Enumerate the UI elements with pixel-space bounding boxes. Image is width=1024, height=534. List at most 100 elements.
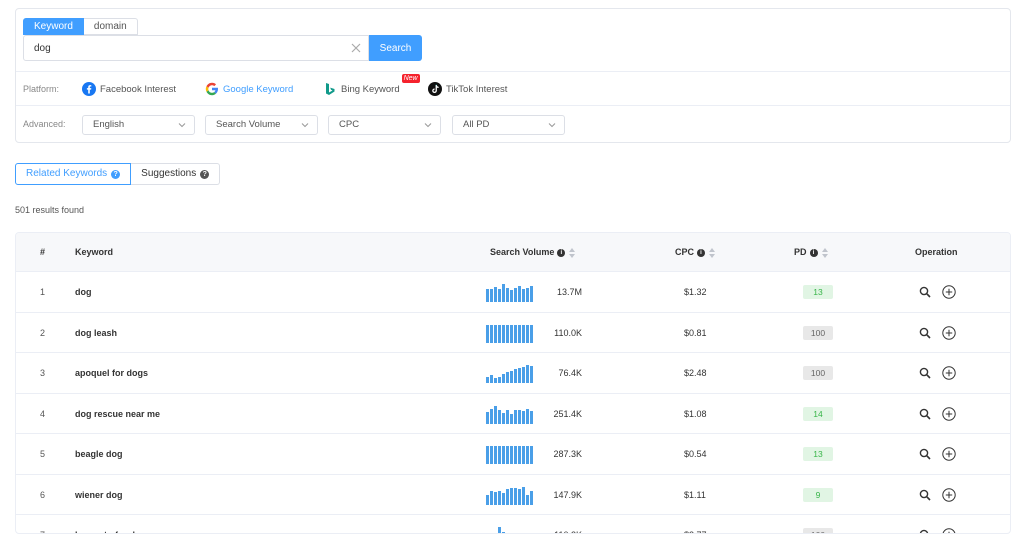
search-icon[interactable]	[919, 529, 931, 534]
cpc-select[interactable]: CPC	[328, 115, 441, 135]
trend-sparkline	[486, 485, 540, 505]
trend-bar	[518, 446, 521, 464]
row-keyword[interactable]: dog rescue near me	[75, 394, 160, 434]
sort-icon[interactable]	[709, 247, 716, 258]
add-circle-icon[interactable]	[942, 447, 956, 461]
chevron-down-icon	[301, 123, 309, 128]
trend-bar	[518, 368, 521, 383]
row-search-volume: 110.0K	[554, 327, 582, 338]
language-select-value: English	[93, 119, 125, 130]
pd-select-value: All PD	[463, 119, 490, 130]
search-icon[interactable]	[919, 327, 931, 339]
header-cpc[interactable]: CPC i	[675, 233, 716, 272]
platform-tiktok[interactable]: TikTok Interest	[428, 80, 507, 98]
language-select[interactable]: English	[82, 115, 195, 135]
header-pd[interactable]: PD i	[794, 233, 828, 272]
row-pd-badge: 13	[803, 447, 833, 461]
trend-bar	[494, 405, 497, 424]
search-icon[interactable]	[919, 408, 931, 420]
row-keyword[interactable]: dog leash	[75, 313, 117, 353]
trend-bar	[498, 490, 501, 505]
add-circle-icon[interactable]	[942, 366, 956, 380]
trend-bar	[486, 324, 489, 343]
search-icon[interactable]	[919, 286, 931, 298]
row-search-volume: 76.4K	[558, 368, 582, 378]
row-keyword[interactable]: apoquel for dogs	[75, 353, 148, 393]
trend-bar	[498, 289, 501, 302]
trend-bar	[514, 288, 517, 302]
trend-sparkline	[486, 363, 540, 383]
tab-suggestions[interactable]: Suggestions ?	[131, 163, 221, 185]
add-circle-icon[interactable]	[942, 285, 956, 299]
new-badge: New	[401, 74, 420, 83]
chevron-down-icon	[548, 123, 556, 128]
trend-bar	[510, 413, 513, 424]
platform-facebook[interactable]: Facebook Interest	[82, 80, 176, 98]
row-search-volume: 251.4K	[553, 408, 582, 419]
search-icon[interactable]	[919, 489, 931, 501]
trend-bar	[506, 446, 509, 464]
row-index: 5	[40, 449, 46, 459]
header-keyword: Keyword	[75, 247, 114, 257]
clear-icon[interactable]	[350, 42, 362, 54]
chevron-down-icon	[424, 123, 432, 128]
trend-sparkline	[486, 323, 540, 343]
row-keyword[interactable]: dog	[75, 272, 92, 312]
tab-keyword[interactable]: Keyword	[23, 18, 84, 35]
row-index: 4	[40, 408, 46, 419]
trend-bar	[486, 446, 489, 464]
search-volume-select[interactable]: Search Volume	[205, 115, 318, 135]
row-search-volume: 147.9K	[553, 489, 582, 500]
add-circle-icon[interactable]	[942, 406, 956, 421]
sort-icon[interactable]	[821, 247, 828, 258]
trend-bar	[518, 409, 521, 424]
tab-domain[interactable]: domain	[83, 18, 138, 35]
header-operation: Operation	[915, 247, 958, 257]
search-icon[interactable]	[919, 448, 931, 460]
trend-bar	[526, 494, 529, 505]
row-index: 1	[40, 287, 46, 297]
trend-bar	[502, 412, 505, 424]
search-button[interactable]: Search	[369, 35, 422, 61]
trend-bar	[526, 446, 529, 464]
search-icon[interactable]	[919, 367, 931, 379]
trend-bar	[494, 324, 497, 343]
add-circle-icon[interactable]	[942, 528, 956, 534]
add-circle-icon[interactable]	[942, 325, 956, 340]
trend-bar	[494, 446, 497, 464]
row-pd-badge: 100	[803, 366, 833, 380]
trend-bar	[522, 289, 525, 302]
pd-select[interactable]: All PD	[452, 115, 565, 135]
tab-related-keywords[interactable]: Related Keywords ?	[15, 163, 132, 185]
trend-sparkline	[486, 404, 540, 424]
divider	[16, 105, 1010, 106]
add-circle-icon[interactable]	[942, 487, 956, 502]
row-keyword[interactable]: beagle dog	[75, 434, 123, 474]
keyword-table: # Keyword Search Volume i CPC i PD i Ope…	[15, 232, 1011, 534]
trend-bar	[514, 324, 517, 343]
row-index: 7	[40, 515, 45, 533]
trend-bar	[502, 324, 505, 343]
trend-bar	[530, 410, 533, 424]
row-index: 2	[40, 327, 46, 338]
info-icon: i	[809, 248, 818, 257]
trend-bar	[498, 527, 501, 533]
trend-bar	[494, 287, 497, 302]
search-box	[23, 35, 369, 61]
search-input[interactable]	[24, 36, 344, 60]
trend-sparkline	[486, 282, 540, 302]
trend-bar	[502, 284, 505, 302]
row-keyword[interactable]: bravecto for dogs	[75, 515, 151, 533]
sort-icon[interactable]	[569, 247, 576, 258]
trend-bar	[498, 377, 501, 383]
row-keyword[interactable]: wiener dog	[75, 475, 123, 515]
trend-sparkline	[486, 444, 540, 464]
row-search-volume: 287.3K	[553, 449, 582, 459]
trend-bar	[530, 490, 533, 505]
trend-bar	[510, 487, 513, 505]
platform-google[interactable]: Google Keyword	[205, 80, 293, 98]
header-search-volume[interactable]: Search Volume i	[490, 233, 576, 272]
trend-bar	[494, 491, 497, 505]
trend-bar	[530, 446, 533, 464]
platform-bing[interactable]: Bing Keyword New	[323, 74, 420, 98]
